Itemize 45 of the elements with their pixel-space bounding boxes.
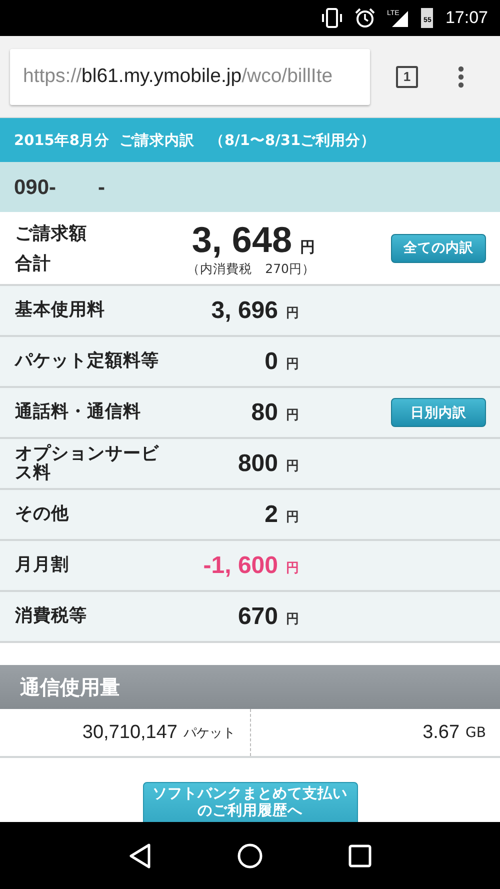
back-icon[interactable] [128, 842, 152, 868]
phone-number: 090- - [0, 162, 500, 212]
yen-unit: 円 [286, 305, 300, 322]
usage-header: 通信使用量 [0, 665, 500, 709]
menu-icon[interactable] [458, 66, 464, 88]
clock-time: 17:07 [445, 8, 488, 28]
recents-icon[interactable] [348, 844, 372, 868]
charge-amount: 670 [236, 602, 278, 630]
yen-unit: 円 [286, 560, 300, 577]
charge-label: 通話料・通信料 [15, 403, 142, 422]
data-amount: 3.67 [422, 722, 460, 744]
all-details-button[interactable]: 全ての内訳 [391, 234, 486, 262]
payment-history-button[interactable]: ソフトバンクまとめて支払い のご利用履歴へ [142, 782, 358, 822]
total-label: ご請求額 [15, 223, 88, 245]
charge-amount: 80 [250, 398, 278, 426]
tax-note: （内消費税 270円） [187, 260, 315, 278]
packet-count: 30,710,147 [82, 722, 178, 744]
packet-unit: パケット [184, 724, 236, 742]
data-unit: GB [466, 724, 486, 740]
yen-unit: 円 [300, 238, 315, 256]
yen-unit: 円 [286, 458, 300, 475]
yen-unit: 円 [286, 356, 300, 373]
charge-amount: 2 [264, 500, 278, 528]
yen-unit: 円 [286, 509, 300, 526]
charge-amount: 3, 696 [210, 296, 278, 324]
total-label: 合計 [15, 253, 52, 275]
charge-label: その他 [15, 505, 70, 524]
charge-label: パケット定額料等 [15, 352, 160, 371]
tab-switcher-button[interactable]: 1 [396, 66, 418, 88]
charge-label: 基本使用料 [15, 301, 106, 320]
charge-label: オプションサービス料 [15, 445, 160, 482]
charge-amount: 800 [236, 450, 278, 478]
bill-title: 2015年8月分 ご請求内訳 （8/1〜8/31ご利用分） [0, 118, 500, 162]
charge-amount: 0 [264, 348, 278, 376]
yen-unit: 円 [286, 611, 300, 628]
yen-unit: 円 [286, 407, 300, 424]
charge-label: 消費税等 [15, 607, 88, 626]
home-icon[interactable] [236, 842, 263, 868]
alarm-icon [355, 8, 376, 28]
url-field[interactable]: https://bl61.my.ymobile.jp/wco/billIte [10, 48, 370, 104]
charge-label: 月月割 [15, 556, 70, 575]
total-amount: 3, 648 [192, 218, 292, 260]
daily-details-button[interactable]: 日別内訳 [391, 398, 486, 427]
charge-amount: -1, 600 [202, 552, 278, 580]
vibrate-icon [321, 8, 344, 28]
